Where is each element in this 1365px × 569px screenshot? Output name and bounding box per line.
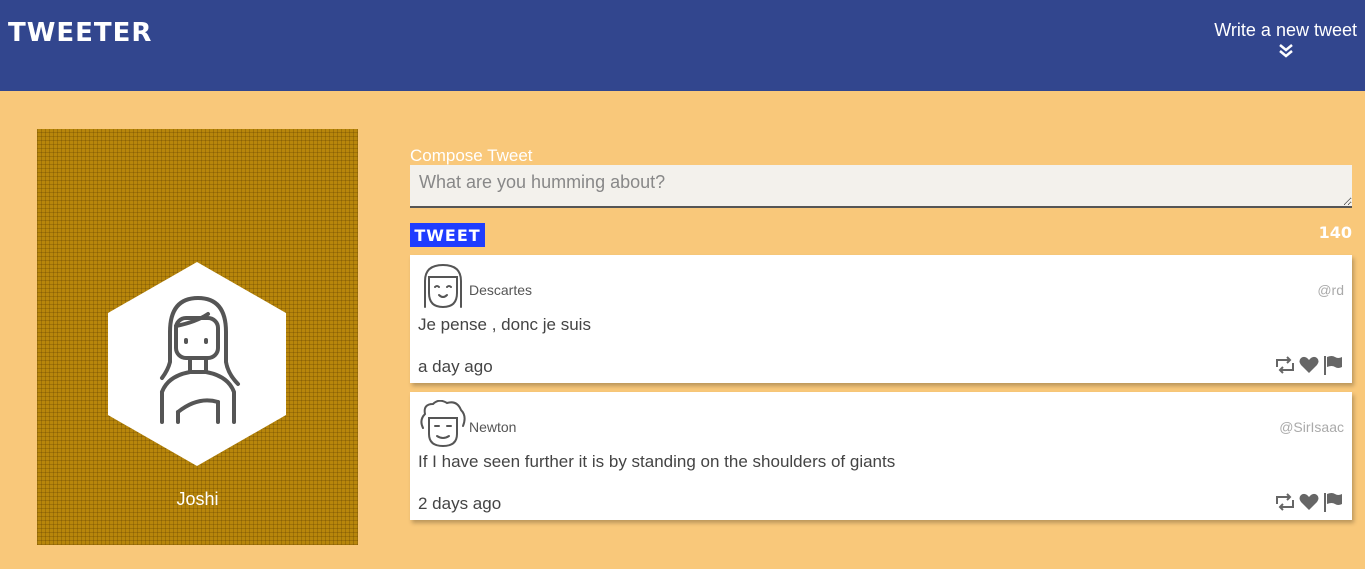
tweet-timestamp: 2 days ago [418,494,502,513]
flag-icon[interactable] [1322,492,1344,512]
tweet-author-name[interactable]: Newton [469,419,516,435]
double-chevron-down-icon[interactable] [1278,43,1294,59]
retweet-icon[interactable] [1274,492,1296,512]
tweet-actions [1274,355,1344,375]
tweet-card: Newton @SirIsaac If I have seen further … [410,392,1352,520]
tweet-text: If I have seen further it is by standing… [418,452,896,471]
user-avatar-icon [424,263,462,309]
retweet-icon[interactable] [1274,355,1296,375]
character-counter: 140 [1318,223,1352,242]
tweet-author-handle[interactable]: @SirIsaac [1279,419,1344,435]
tweet-author-name[interactable]: Descartes [469,282,532,298]
app-brand[interactable]: TWEETER [8,18,152,48]
write-new-tweet-label[interactable]: Write a new tweet [1214,20,1357,41]
compose-tweet-input[interactable] [410,165,1352,208]
profile-name: Joshi [176,489,219,509]
user-avatar-icon [420,400,466,448]
tweet-text: Je pense , donc je suis [418,315,591,334]
tweet-button[interactable]: TWEET [410,223,485,247]
tweet-card: Descartes @rd Je pense , donc je suis a … [410,255,1352,383]
compose-title: Compose Tweet [410,146,533,165]
tweet-author-handle[interactable]: @rd [1317,282,1344,298]
heart-icon[interactable] [1298,355,1320,375]
write-new-tweet-toggle[interactable]: Write a new tweet [1214,20,1357,59]
user-avatar-icon [160,296,240,424]
tweet-actions [1274,492,1344,512]
tweet-timestamp: a day ago [418,357,493,376]
heart-icon[interactable] [1298,492,1320,512]
navbar: TWEETER Write a new tweet [0,0,1365,91]
flag-icon[interactable] [1322,355,1344,375]
